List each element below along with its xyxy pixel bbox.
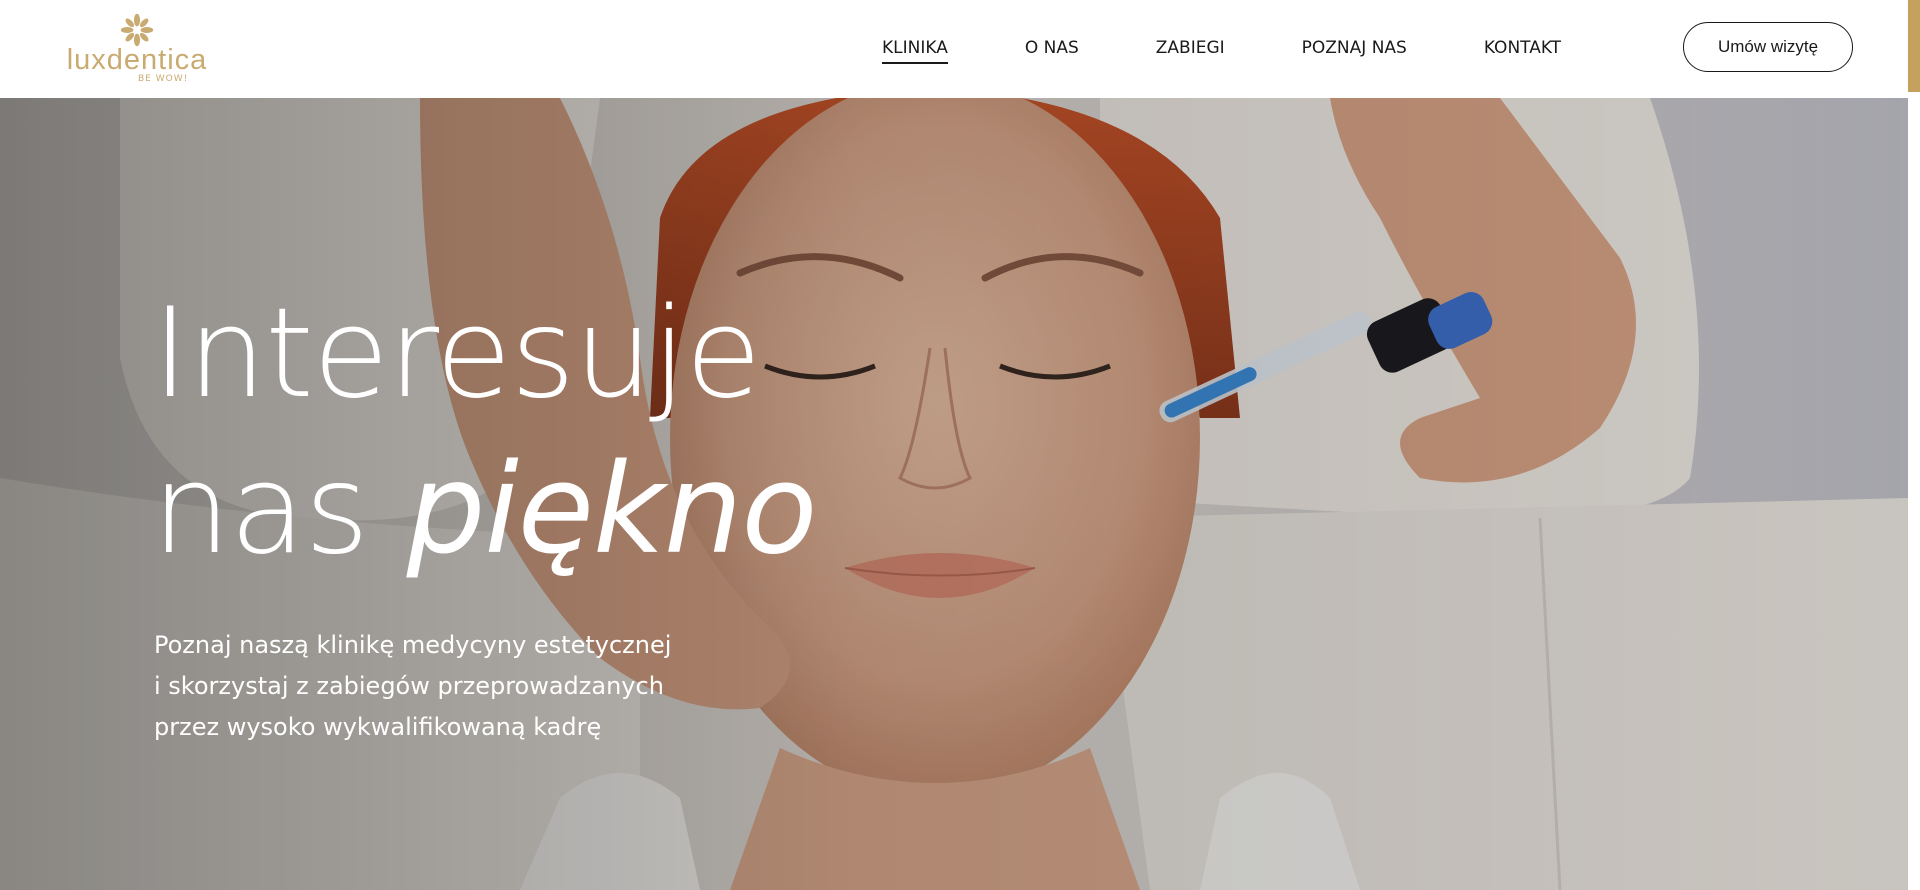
scroll-accent-bar (1908, 0, 1920, 92)
nav-item-o-nas[interactable]: O NAS (1025, 38, 1079, 62)
hero-title-italic: piękno (406, 438, 818, 582)
hero-section: Interesuje nas piękno Poznaj naszą klini… (0, 98, 1908, 890)
book-visit-button[interactable]: Umów wizytę (1683, 22, 1853, 72)
flower-icon (120, 13, 154, 47)
nav-item-klinika[interactable]: KLINIKA (882, 38, 948, 64)
nav-item-zabiegi[interactable]: ZABIEGI (1156, 38, 1225, 62)
logo[interactable]: luxdentica BE WOW! (52, 12, 222, 86)
hero-subtitle: Poznaj naszą klinikę medycyny estetyczne… (154, 625, 714, 748)
hero-subtitle-line: Poznaj naszą klinikę medycyny estetyczne… (154, 631, 672, 659)
hero-subtitle-line: i skorzystaj z zabiegów przeprowadzanych (154, 672, 664, 700)
site-header: luxdentica BE WOW! KLINIKA O NAS ZABIEGI… (0, 0, 1908, 98)
hero-title-plain: nas (152, 438, 407, 582)
nav-item-poznaj-nas[interactable]: POZNAJ NAS (1302, 38, 1407, 62)
hero-title: Interesuje nas piękno (152, 276, 818, 588)
nav-item-kontakt[interactable]: KONTAKT (1484, 38, 1561, 62)
main-nav: KLINIKA O NAS ZABIEGI POZNAJ NAS KONTAKT (882, 38, 1561, 64)
logo-wordmark: luxdentica (66, 44, 208, 76)
hero-subtitle-line: przez wysoko wykwalifikowaną kadrę (154, 713, 602, 741)
hero-title-line2: nas piękno (152, 432, 818, 588)
hero-title-line1: Interesuje (152, 282, 762, 426)
logo-tagline: BE WOW! (138, 74, 189, 84)
